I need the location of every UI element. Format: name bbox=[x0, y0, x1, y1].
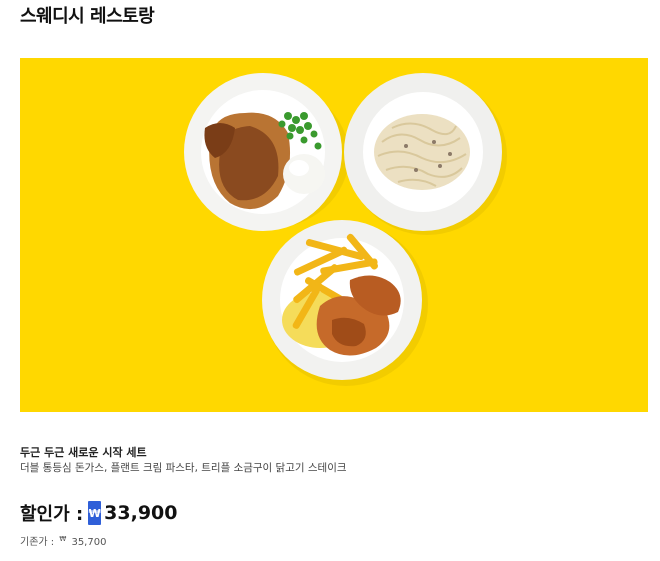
original-price-amount: 35,700 bbox=[71, 537, 107, 548]
sale-price: 할인가 : ₩ 33,900 bbox=[20, 500, 177, 526]
page-title: 스웨디시 레스토랑 bbox=[20, 6, 155, 27]
sale-price-label: 할인가 : bbox=[20, 504, 84, 525]
meal-set-image bbox=[20, 58, 648, 412]
original-currency-symbol: ₩ bbox=[59, 534, 67, 543]
original-price: 기존가 : ₩ 35,700 bbox=[20, 533, 106, 548]
product-description: 더블 통등심 돈가스, 플랜트 크림 파스타, 트리플 소금구이 닭고기 스테이… bbox=[20, 462, 347, 474]
product-name: 두근 두근 새로운 시작 세트 bbox=[20, 446, 147, 459]
product-page: 스웨디시 레스토랑 두근 두근 새로운 시작 세트 더블 통등심 돈가스, 플랜… bbox=[0, 0, 660, 561]
original-price-label: 기존가 : bbox=[20, 537, 55, 548]
sale-price-amount: 33,900 bbox=[104, 502, 178, 524]
won-currency-icon: ₩ bbox=[88, 501, 102, 525]
